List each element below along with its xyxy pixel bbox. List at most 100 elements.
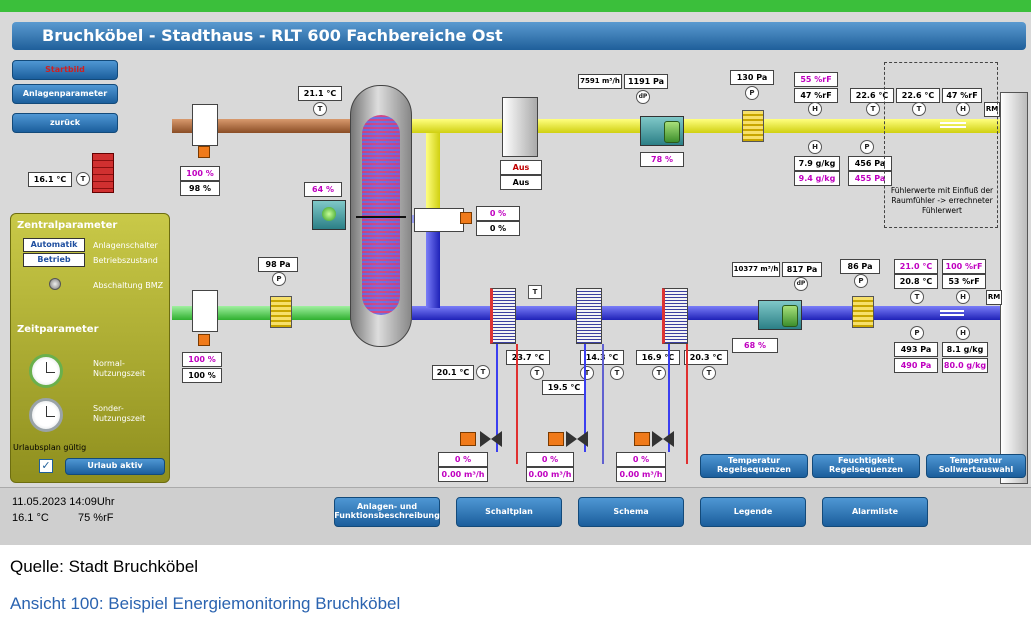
supply-p2-sensor-icon: P xyxy=(910,326,924,340)
supply-filter-p-sensor-icon: P xyxy=(854,274,868,288)
recovery-pump-ball-icon xyxy=(322,207,336,221)
exhaust-h2-sensor-icon: H xyxy=(808,140,822,154)
schaltplan-button[interactable]: Schaltplan xyxy=(456,497,562,527)
mode-label: Anlagenschalter xyxy=(93,241,158,250)
alarmliste-button[interactable]: Alarmliste xyxy=(822,497,928,527)
reheat-sensor-icon: T xyxy=(652,366,666,380)
exhaust-fan-speed: 78 % xyxy=(640,152,684,167)
supply-flow-arrow-icon xyxy=(940,310,964,316)
valve1-pct: 0 % xyxy=(438,452,488,467)
anlagen-funktionsbeschreibung-button[interactable]: Anlagen- und Funktionsbeschreibung xyxy=(334,497,440,527)
zurueck-button[interactable]: zurück xyxy=(12,113,118,133)
supply-h-sensor-icon: H xyxy=(956,290,970,304)
heat-recovery-core xyxy=(362,115,400,315)
bmz-indicator-icon xyxy=(49,278,61,290)
temp-regelsequenzen-button[interactable]: Temperatur Regelsequenzen xyxy=(700,454,808,478)
supply-abs-hum1: 8.1 g/kg xyxy=(942,342,988,357)
reheat-coil-icon xyxy=(662,288,688,344)
valve3-pct: 0 % xyxy=(616,452,666,467)
state-value: Betrieb xyxy=(23,253,85,267)
top-green-bar xyxy=(0,0,1031,12)
exhaust-aus-1: Aus xyxy=(500,160,542,175)
supply-temp-mid: 19.5 °C xyxy=(542,380,586,395)
intake-filter-pressure: 98 Pa xyxy=(258,257,298,272)
startbild-button[interactable]: Startbild xyxy=(12,60,118,80)
supply-t-box-icon: T xyxy=(528,285,542,299)
supply-temp-set: 21.0 °C xyxy=(894,259,938,274)
recovery-pct: 64 % xyxy=(304,182,342,197)
status-datetime: 11.05.2023 14:09Uhr xyxy=(12,496,115,508)
figure-caption-link[interactable]: Ansicht 100: Beispiel Energiemonitoring … xyxy=(10,594,400,614)
supply-h2-sensor-icon: H xyxy=(956,326,970,340)
mid-sensor-icon: T xyxy=(610,366,624,380)
supply-temp-after-reheat: 16.9 °C xyxy=(636,350,680,365)
zentralparameter-panel: Zentralparameter Automatik Anlagenschalt… xyxy=(10,213,170,483)
urlaub-aktiv-button[interactable]: Urlaub aktiv xyxy=(65,458,165,475)
valve2-flow: 0.00 m³/h xyxy=(526,467,574,482)
out-sensor-icon: T xyxy=(702,366,716,380)
valve2-actuator-icon xyxy=(548,432,564,446)
supply-temp-act: 20.8 °C xyxy=(894,274,938,289)
sonder-clock-icon xyxy=(29,398,63,432)
intake-damper-pct1: 100 % xyxy=(182,352,222,367)
supply-fan-icon xyxy=(758,300,802,330)
status-rh: 75 %rF xyxy=(78,512,114,524)
source-caption: Quelle: Stadt Bruchköbel xyxy=(10,557,199,576)
page-title: Bruchköbel - Stadthaus - RLT 600 Fachber… xyxy=(12,22,1026,50)
heater-coil-icon xyxy=(490,288,516,344)
outside-damper-actuator-icon xyxy=(198,146,210,158)
valve1-actuator-icon xyxy=(460,432,476,446)
supply-rh-act: 53 %rF xyxy=(942,274,986,289)
supply-temp-in: 20.1 °C xyxy=(432,365,474,380)
status-bar: 11.05.2023 14:09Uhr 16.1 °C 75 %rF Anlag… xyxy=(0,487,1031,545)
feucht-regelsequenzen-button[interactable]: Feuchtigkeit Regelsequenzen xyxy=(812,454,920,478)
temp-sollwert-button[interactable]: Temperatur Sollwertauswahl xyxy=(926,454,1026,478)
supply-rm-label: RM xyxy=(986,290,1002,305)
outside-air-damper xyxy=(192,104,218,146)
anlagenparameter-button[interactable]: Anlagenparameter xyxy=(12,84,118,104)
urlaub-checkbox[interactable]: ✓ xyxy=(39,459,53,473)
cooler-sensor-icon: T xyxy=(580,366,594,380)
heater-sensor-icon: T xyxy=(530,366,544,380)
exhaust-temp-after-damper: 21.1 °C xyxy=(298,86,342,101)
exhaust-fan-icon xyxy=(640,116,684,146)
zentral-title: Zentralparameter xyxy=(17,220,118,231)
drum-divider xyxy=(356,216,406,218)
mode-value[interactable]: Automatik xyxy=(23,238,85,252)
supply-filter-pressure: 86 Pa xyxy=(840,259,880,274)
legende-button[interactable]: Legende xyxy=(700,497,806,527)
outdoor-temp-value: 16.1 °C xyxy=(28,172,72,187)
exhaust-filter-icon xyxy=(742,110,764,142)
intake-damper-actuator-icon xyxy=(198,334,210,346)
exhaust-h-sensor-icon: H xyxy=(808,102,822,116)
cooler-return-line xyxy=(602,344,604,464)
valve2-icon xyxy=(566,431,588,447)
exhaust-temp-sensor-icon: T xyxy=(313,102,327,116)
supply-press2: 490 Pa xyxy=(894,358,938,373)
schema-button[interactable]: Schema xyxy=(578,497,684,527)
exhaust-filter-pressure: 130 Pa xyxy=(730,70,774,85)
exhaust-flow: 7591 m³/h xyxy=(578,74,622,89)
exhaust-t-sensor-icon: T xyxy=(866,102,880,116)
exhaust-abs-hum1: 7.9 g/kg xyxy=(794,156,840,171)
valve1-icon xyxy=(480,431,502,447)
intake-damper xyxy=(192,290,218,332)
exhaust-filter-p-sensor-icon: P xyxy=(745,86,759,100)
supply-fan-pressure: 817 Pa xyxy=(782,262,822,277)
supply-dp-sensor-icon: dP xyxy=(794,277,808,291)
exhaust-p2-sensor-icon: P xyxy=(860,140,874,154)
exhaust-abs-hum2: 9.4 g/kg xyxy=(794,171,840,186)
supply-t-sensor-icon: T xyxy=(910,290,924,304)
supply-rh-set: 100 %rF xyxy=(942,259,986,274)
exhaust-rh-actual: 47 %rF xyxy=(794,88,838,103)
cooler-coil-icon xyxy=(576,288,602,344)
valve3-actuator-icon xyxy=(634,432,650,446)
sonder-label: Sonder- Nutzungszeit xyxy=(93,404,146,423)
supply-fan-speed: 68 % xyxy=(732,338,778,353)
outdoor-temp-sensor-icon: T xyxy=(76,172,90,186)
status-temp: 16.1 °C xyxy=(12,512,49,524)
bypass-pct1: 0 % xyxy=(476,206,520,221)
supply-abs-hum2: 80.0 g/kg xyxy=(942,358,988,373)
exhaust-rh-setpoint: 55 %rF xyxy=(794,72,838,87)
outside-damper-pct1: 100 % xyxy=(180,166,220,181)
